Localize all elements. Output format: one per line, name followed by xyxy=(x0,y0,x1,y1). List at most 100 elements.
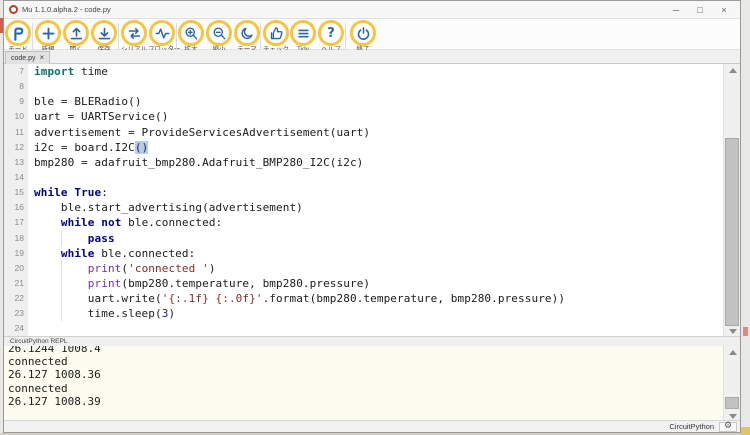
scroll-up-icon[interactable] xyxy=(724,346,740,358)
toolbar-separator xyxy=(118,23,119,49)
code-text: uart.write('{:.1f} {:.0f}'.format(bmp280… xyxy=(34,292,566,306)
mu-editor-window: Mu 1.1.0.alpha.2 - code.py ─ □ × モード 新規 xyxy=(3,0,741,433)
serial-button[interactable]: シリアル xyxy=(120,20,148,53)
code-lines: 7 import time 8 9 ble = BLERadio() 10 uart = U… xyxy=(4,64,740,336)
code-line[interactable]: 7 import time xyxy=(4,64,740,80)
tab-label: code.py xyxy=(11,54,36,62)
mode-button[interactable]: モード xyxy=(4,20,32,53)
tidy-lines-icon xyxy=(290,20,316,46)
line-number: 18 xyxy=(4,230,28,246)
minimize-button[interactable]: ─ xyxy=(664,1,688,19)
scroll-down-icon[interactable] xyxy=(724,325,740,336)
circuitpython-repl[interactable]: 26.1244 1008.4 connected 26.127 1008.36 con… xyxy=(4,346,740,422)
tab-close-icon[interactable]: × xyxy=(40,54,45,62)
code-text: print(bmp280.temperature, bmp280.pressur… xyxy=(87,276,371,290)
code-line[interactable]: 20 print('connected ') xyxy=(4,260,740,276)
repl-output-line: 26.127 1008.36 xyxy=(8,368,101,382)
tab-code-py[interactable]: code.py × xyxy=(5,51,51,64)
help-button[interactable]: ? ヘルプ xyxy=(317,20,345,53)
gear-icon: ⚙ xyxy=(723,421,733,431)
toolbar-separator xyxy=(345,23,346,49)
code-text: pass xyxy=(87,231,115,245)
theme-button[interactable]: テーマ xyxy=(233,20,261,53)
save-button[interactable]: 保存 xyxy=(90,20,118,53)
maximize-button[interactable]: □ xyxy=(688,1,712,19)
plotter-button[interactable]: プロッター xyxy=(148,20,181,53)
titlebar[interactable]: Mu 1.1.0.alpha.2 - code.py ─ □ × xyxy=(4,1,740,19)
line-number: 21 xyxy=(4,275,28,292)
line-number: 9 xyxy=(4,94,28,110)
code-text: bmp280 = adafruit_bmp280.Adafruit_BMP280… xyxy=(34,155,364,169)
line-number: 19 xyxy=(4,245,28,261)
code-line[interactable]: 18 pass xyxy=(4,230,740,246)
toolbar: モード 新規 開く 保存 シリアル xyxy=(4,19,740,53)
indent-guide xyxy=(60,306,62,322)
code-text: advertisement = ProvideServicesAdvertise… xyxy=(34,125,371,139)
code-text: while not ble.connected: xyxy=(60,216,223,230)
code-line[interactable]: 8 xyxy=(4,79,740,95)
line-number: 20 xyxy=(4,260,28,276)
indent-guide xyxy=(60,275,62,292)
code-line[interactable]: 16 ble.start_advertising(advertisement) xyxy=(4,200,740,216)
code-line[interactable]: 23 time.sleep(3) xyxy=(4,306,740,322)
line-number: 17 xyxy=(4,215,28,231)
quit-button[interactable]: 終了 xyxy=(349,20,377,53)
code-line[interactable]: 9 ble = BLERadio() xyxy=(4,94,740,110)
code-text: while True: xyxy=(34,186,108,200)
repl-scrollbar[interactable] xyxy=(723,346,740,421)
serial-arrows-icon xyxy=(121,20,147,46)
zoom-out-button[interactable]: 縮小 xyxy=(205,20,233,53)
open-button[interactable]: 開く xyxy=(62,20,90,53)
line-number: 8 xyxy=(4,79,28,95)
close-button[interactable]: × xyxy=(712,1,736,19)
code-line[interactable]: 12 i2c = board.I2C() xyxy=(4,139,740,155)
code-line[interactable]: 22 uart.write('{:.1f} {:.0f}'.format(bmp… xyxy=(4,291,740,307)
tidy-button[interactable]: Tidy xyxy=(289,20,317,53)
line-number: 12 xyxy=(4,139,28,155)
code-line[interactable]: 24 xyxy=(4,321,740,336)
repl-scrollbar-thumb[interactable] xyxy=(725,397,739,409)
settings-button[interactable]: ⚙ xyxy=(719,421,737,432)
editor-scrollbar-thumb[interactable] xyxy=(725,138,739,326)
window-controls: ─ □ × xyxy=(664,1,736,19)
line-number: 7 xyxy=(4,64,28,80)
repl-lines: 26.1244 1008.4 connected 26.127 1008.36 con… xyxy=(4,346,740,408)
line-number: 22 xyxy=(4,291,28,307)
save-arrow-down-icon xyxy=(91,20,117,46)
repl-output-line: 26.127 1008.39 xyxy=(8,394,101,408)
code-text: ble.start_advertising(advertisement) xyxy=(34,201,303,215)
mode-flag-icon xyxy=(5,20,31,46)
code-text: while ble.connected: xyxy=(60,246,196,260)
repl-panel-title: CircuitPython REPL xyxy=(4,337,740,346)
repl-output-line: connected xyxy=(8,381,68,395)
check-button[interactable]: チェック xyxy=(262,20,290,53)
line-number: 15 xyxy=(4,185,28,201)
zoom-in-icon xyxy=(178,20,204,46)
editor-scrollbar[interactable] xyxy=(723,64,740,336)
window-title: Mu 1.1.0.alpha.2 - code.py xyxy=(22,5,111,14)
code-line[interactable]: 15 while True: xyxy=(4,185,740,201)
line-number: 16 xyxy=(4,200,28,216)
code-line[interactable]: 19 while ble.connected: xyxy=(4,245,740,261)
open-arrow-up-icon xyxy=(63,20,89,46)
background-pink-fragment xyxy=(743,327,748,336)
quit-power-icon xyxy=(350,20,376,46)
desktop-background-right xyxy=(741,0,750,435)
scroll-up-icon[interactable] xyxy=(724,64,740,76)
repl-output-line: 26.1244 1008.4 xyxy=(8,346,101,355)
code-line[interactable]: 14 xyxy=(4,169,740,186)
code-text: uart = UARTService() xyxy=(34,110,169,124)
code-line[interactable]: 17 while not ble.connected: xyxy=(4,215,740,231)
code-text: ble = BLERadio() xyxy=(34,95,142,109)
zoom-in-button[interactable]: 拡大 xyxy=(177,20,205,53)
line-number: 11 xyxy=(4,124,28,140)
code-text: import time xyxy=(34,65,108,78)
code-line[interactable]: 11 advertisement = ProvideServicesAdverti… xyxy=(4,124,740,140)
current-mode-label: CircuitPython xyxy=(669,422,714,431)
new-button[interactable]: 新規 xyxy=(34,20,62,53)
code-line[interactable]: 13 bmp280 = adafruit_bmp280.Adafruit_BMP2… xyxy=(4,154,740,170)
code-editor[interactable]: 7 import time 8 9 ble = BLERadio() 10 uart = U… xyxy=(4,64,740,337)
code-line[interactable]: 10 uart = UARTService() xyxy=(4,109,740,125)
plus-icon xyxy=(35,20,61,46)
code-line[interactable]: 21 print(bmp280.temperature, bmp280.pres… xyxy=(4,275,740,292)
